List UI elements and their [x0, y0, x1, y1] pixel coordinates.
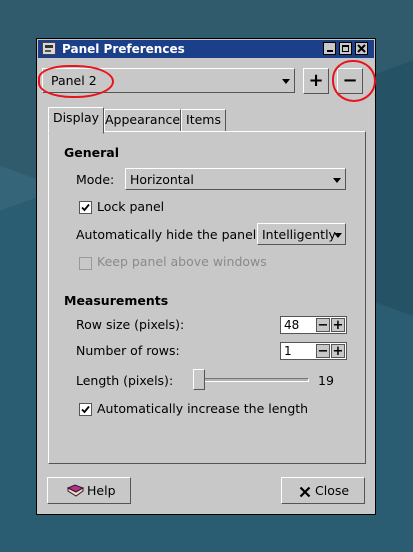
length-label: Length (pixels): [76, 373, 174, 388]
checkmark-icon [81, 405, 90, 414]
rows-spinner[interactable]: 1 − + [280, 342, 347, 360]
checkmark-icon [81, 203, 90, 212]
minus-icon[interactable]: − [316, 344, 330, 358]
remove-panel-circle [332, 60, 376, 102]
close-label: Close [315, 483, 350, 498]
row-size-value: 48 [284, 318, 300, 332]
autohide-dropdown[interactable]: Intelligently [257, 223, 346, 245]
help-book-icon [67, 484, 84, 497]
measurements-heading: Measurements [64, 293, 169, 308]
chevron-down-icon [333, 178, 341, 183]
rows-label: Number of rows: [76, 343, 180, 358]
row-size-label: Row size (pixels): [76, 317, 185, 332]
lock-panel-checkbox[interactable] [79, 201, 92, 214]
length-slider-handle[interactable] [193, 369, 205, 390]
tab-appearance-label: Appearance [105, 112, 181, 127]
tab-items-label: Items [186, 112, 221, 127]
keep-above-checkbox[interactable] [79, 257, 92, 270]
panel-select-circle [38, 65, 114, 98]
tab-display-label: Display [52, 110, 100, 125]
rows-value: 1 [284, 344, 292, 358]
plus-icon[interactable]: + [331, 344, 345, 358]
keep-above-label: Keep panel above windows [97, 254, 267, 269]
title-bar[interactable]: Panel Preferences [38, 40, 374, 58]
chevron-down-icon [334, 233, 342, 238]
close-icon [299, 486, 311, 498]
mode-value: Horizontal [130, 172, 194, 187]
tab-items[interactable]: Items [181, 109, 226, 132]
plus-icon[interactable]: + [331, 318, 345, 332]
length-slider-track[interactable] [194, 378, 309, 382]
minus-icon[interactable]: − [316, 318, 330, 332]
mode-label: Mode: [76, 172, 115, 187]
panel-preferences-icon [42, 42, 56, 55]
autohide-label: Automatically hide the panel: [76, 227, 261, 242]
close-button[interactable]: Close [281, 477, 365, 504]
general-heading: General [64, 145, 119, 160]
autohide-value: Intelligently [262, 227, 336, 242]
tab-appearance[interactable]: Appearance [104, 109, 181, 132]
help-label: Help [87, 483, 116, 498]
row-size-spinner[interactable]: 48 − + [280, 316, 347, 334]
auto-increase-checkbox[interactable] [79, 403, 92, 416]
close-icon[interactable] [355, 42, 368, 55]
maximize-icon[interactable] [339, 42, 352, 55]
help-button[interactable]: Help [47, 477, 131, 504]
minimize-icon[interactable] [323, 42, 336, 55]
length-value: 19 [318, 373, 334, 388]
add-panel-button[interactable]: + [303, 68, 329, 94]
chevron-down-icon [282, 79, 290, 84]
auto-increase-label: Automatically increase the length [97, 401, 309, 416]
add-panel-label: + [308, 70, 324, 91]
window-title: Panel Preferences [62, 42, 185, 56]
lock-panel-label: Lock panel [97, 199, 165, 214]
tab-display[interactable]: Display [48, 107, 104, 134]
mode-dropdown[interactable]: Horizontal [125, 168, 346, 190]
